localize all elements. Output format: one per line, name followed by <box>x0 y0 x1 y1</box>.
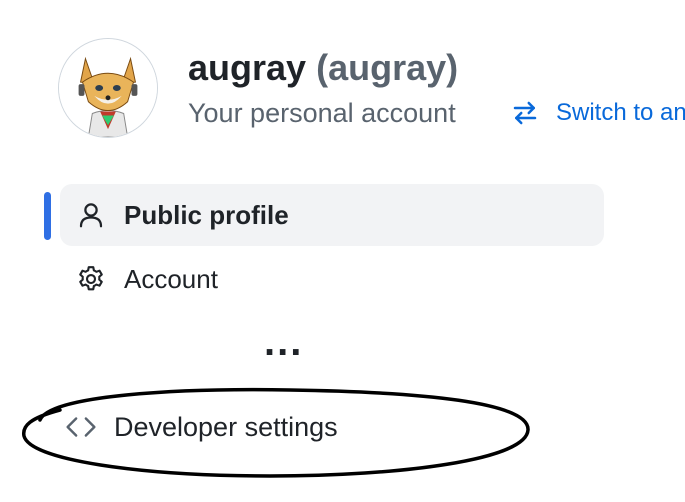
switch-account-label: Switch to an <box>556 99 685 126</box>
active-nav-indicator <box>44 192 51 240</box>
person-icon <box>76 200 106 230</box>
code-icon <box>64 412 98 442</box>
account-name: augray (augray) <box>188 46 458 90</box>
more-items-ellipsis: ... <box>264 320 304 364</box>
sidebar-item-label: Developer settings <box>114 411 338 442</box>
display-name: augray <box>188 47 307 88</box>
sidebar-item-developer-settings[interactable]: Developer settings <box>64 404 338 450</box>
gear-icon <box>76 264 106 294</box>
fox-avatar-icon <box>59 39 157 137</box>
settings-page: augray (augray) Your personal account Sw… <box>0 0 685 502</box>
avatar[interactable] <box>58 38 158 138</box>
login-name: (augray) <box>316 47 459 88</box>
sidebar-item-label: Public profile <box>124 199 289 230</box>
sidebar-item-account[interactable]: Account <box>60 248 218 310</box>
switch-account-link[interactable]: Switch to an <box>510 96 685 130</box>
account-subtitle: Your personal account <box>188 98 456 128</box>
arrow-switch-icon <box>510 98 540 128</box>
sidebar-item-label: Account <box>124 263 218 294</box>
sidebar-item-public-profile[interactable]: Public profile <box>60 184 604 246</box>
